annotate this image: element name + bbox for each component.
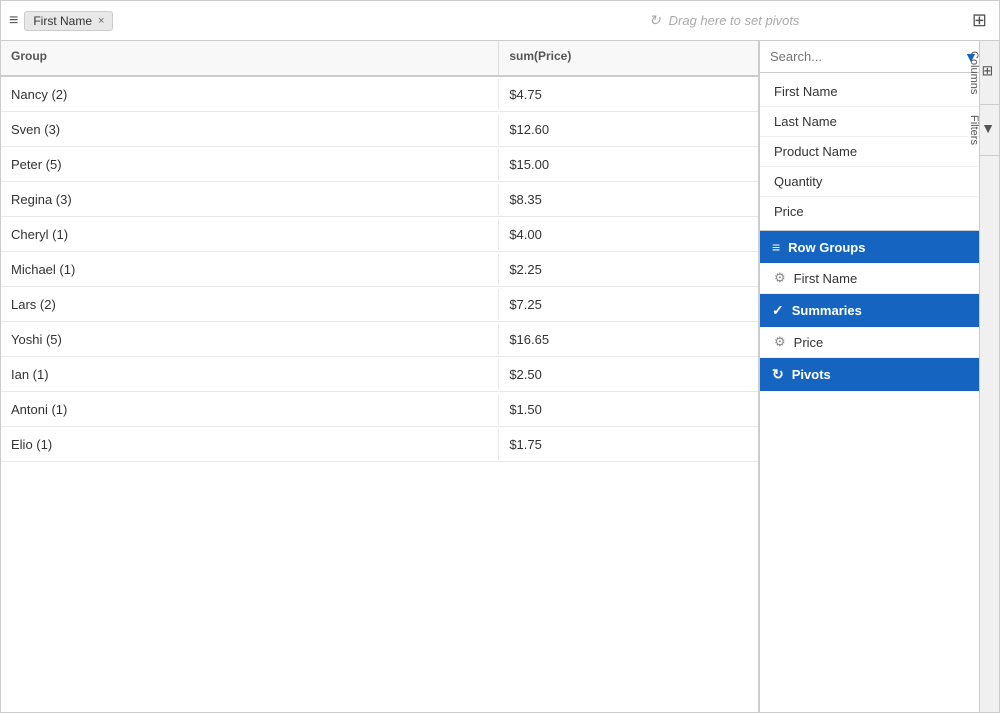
toolbar-right: ⊞ [968,8,991,33]
row-groups-header: ≡ Row Groups [760,231,979,263]
row-groups-section: ≡ Row Groups ⚙ First Name [760,231,979,294]
columns-tab[interactable]: ⊞ Columns [980,41,999,105]
column-list: First NameLast NameProduct NameQuantityP… [760,73,979,231]
filter-chip[interactable]: First Name × [24,11,113,31]
table-row[interactable]: Michael (1) $2.25 [1,252,758,287]
row-groups-icon: ≡ [772,239,780,255]
pivot-refresh-icon: ↻ [649,12,661,29]
summaries-icon: ✓ [772,302,784,319]
side-panel: ▼ First NameLast NameProduct NameQuantit… [759,41,999,712]
cell-sum-price: $1.75 [499,429,758,460]
column-item[interactable]: Price [760,197,979,226]
column-item[interactable]: Last Name [760,107,979,137]
cell-group: Sven (3) [1,114,499,145]
row-groups-items: ⚙ First Name [760,263,979,294]
cell-group: Elio (1) [1,429,499,460]
table-row[interactable]: Lars (2) $7.25 [1,287,758,322]
column-item[interactable]: Product Name [760,137,979,167]
summary-item[interactable]: ⚙ Price [760,327,979,358]
pivot-placeholder-text: Drag here to set pivots [669,13,800,28]
summaries-items: ⚙ Price [760,327,979,358]
row-group-item[interactable]: ⚙ First Name [760,263,979,294]
cell-group: Cheryl (1) [1,219,499,250]
toolbar: ≡ First Name × ↻ Drag here to set pivots… [1,1,999,41]
summary-item-label: Price [794,335,824,350]
table-row[interactable]: Cheryl (1) $4.00 [1,217,758,252]
toolbar-pivot: ↻ Drag here to set pivots [488,12,959,29]
cell-sum-price: $4.75 [499,79,758,110]
pivots-header: ↻ Pivots [760,358,979,391]
filters-tab-icon: ▼ [980,115,996,141]
cell-group: Ian (1) [1,359,499,390]
pivots-icon: ↻ [772,366,784,383]
cell-sum-price: $16.65 [499,324,758,355]
summaries-header: ✓ Summaries [760,294,979,327]
cell-group: Michael (1) [1,254,499,285]
table-row[interactable]: Nancy (2) $4.75 [1,77,758,112]
grid-header: Group sum(Price) [1,41,758,77]
cell-sum-price: $12.60 [499,114,758,145]
main-content: Group sum(Price) Nancy (2) $4.75 Sven (3… [1,41,999,712]
table-row[interactable]: Ian (1) $2.50 [1,357,758,392]
summaries-label: Summaries [792,303,862,318]
grid-area: Group sum(Price) Nancy (2) $4.75 Sven (3… [1,41,759,712]
pivots-label: Pivots [792,367,831,382]
cell-sum-price: $7.25 [499,289,758,320]
table-row[interactable]: Sven (3) $12.60 [1,112,758,147]
cell-group: Antoni (1) [1,394,499,425]
column-item[interactable]: Quantity [760,167,979,197]
grid-view-button[interactable]: ⊞ [968,8,991,33]
side-panel-tabs: ⊞ Columns ▼ Filters [979,41,999,712]
cell-sum-price: $1.50 [499,394,758,425]
chip-close-icon[interactable]: × [98,15,104,27]
cell-sum-price: $8.35 [499,184,758,215]
pivots-section: ↻ Pivots [760,358,979,451]
cell-sum-price: $15.00 [499,149,758,180]
header-group: Group [1,41,499,75]
column-item[interactable]: First Name [760,77,979,107]
row-group-item-label: First Name [794,271,858,286]
table-row[interactable]: Elio (1) $1.75 [1,427,758,462]
chip-label: First Name [33,14,92,28]
search-area: ▼ [760,41,979,73]
filters-tab-label: Filters [968,115,980,145]
pivots-empty [760,391,979,451]
cell-group: Yoshi (5) [1,324,499,355]
gear-icon: ⚙ [774,334,786,350]
table-row[interactable]: Antoni (1) $1.50 [1,392,758,427]
gear-icon: ⚙ [774,270,786,286]
cell-group: Lars (2) [1,289,499,320]
side-panel-content: ▼ First NameLast NameProduct NameQuantit… [760,41,979,712]
header-sum-price: sum(Price) [499,41,758,75]
cell-sum-price: $4.00 [499,219,758,250]
sections-wrapper: ≡ Row Groups ⚙ First Name ✓ Summaries [760,231,979,712]
cell-sum-price: $2.50 [499,359,758,390]
filters-tab[interactable]: ▼ Filters [980,105,999,156]
cell-group: Nancy (2) [1,79,499,110]
cell-group: Peter (5) [1,149,499,180]
app-container: ≡ First Name × ↻ Drag here to set pivots… [0,0,1000,713]
grid-body: Nancy (2) $4.75 Sven (3) $12.60 Peter (5… [1,77,758,712]
columns-tab-label: Columns [968,51,980,94]
summaries-section: ✓ Summaries ⚙ Price [760,294,979,358]
table-row[interactable]: Peter (5) $15.00 [1,147,758,182]
columns-tab-icon: ⊞ [980,51,996,90]
cell-sum-price: $2.25 [499,254,758,285]
cell-group: Regina (3) [1,184,499,215]
hamburger-icon[interactable]: ≡ [9,12,18,30]
table-row[interactable]: Regina (3) $8.35 [1,182,758,217]
toolbar-left: ≡ First Name × [9,11,480,31]
search-input[interactable] [760,41,956,72]
table-row[interactable]: Yoshi (5) $16.65 [1,322,758,357]
row-groups-label: Row Groups [788,240,865,255]
